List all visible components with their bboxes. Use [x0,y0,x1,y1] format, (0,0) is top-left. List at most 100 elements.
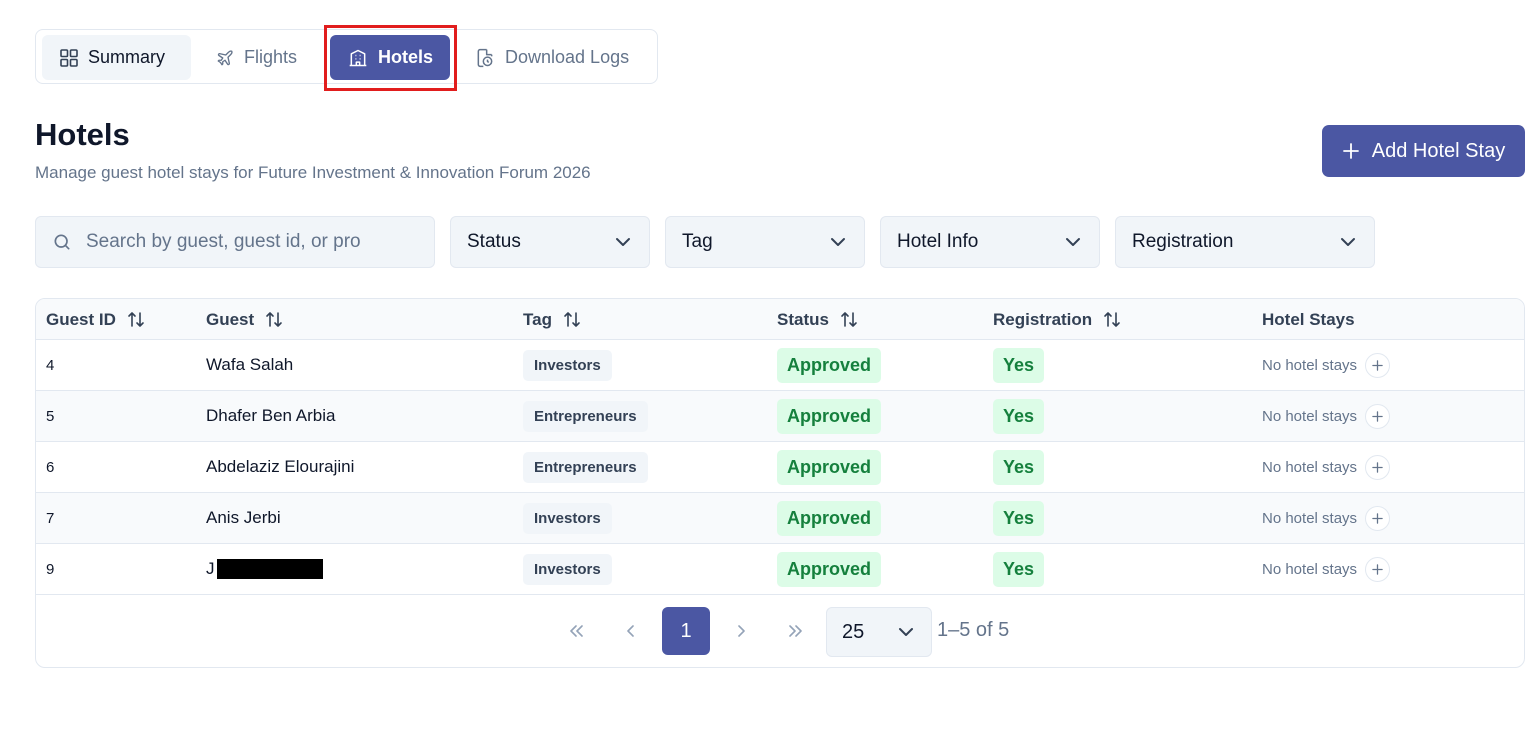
registration-badge: Yes [993,449,1045,485]
search-field[interactable] [35,216,435,268]
column-label: Registration [993,309,1093,329]
add-stay-button[interactable] [1365,505,1391,531]
guest-name: Dhafer Ben Arbia [206,406,336,425]
sort-icon [126,310,146,330]
file-clock-icon [475,48,495,68]
first-page-button[interactable] [552,607,600,655]
chevron-down-icon [896,622,916,642]
plus-icon [1372,410,1383,422]
tab-flights[interactable]: Flights [198,35,323,80]
add-stay-button[interactable] [1365,403,1391,429]
last-page-button[interactable] [772,607,820,655]
add-hotel-stay-label: Add Hotel Stay [1371,139,1506,162]
tab-summary[interactable]: Summary [42,35,191,80]
hotel-stays-text: No hotel stays [1262,356,1358,374]
tag-badge: Investors [523,502,612,534]
guest-name: Abdelaziz Elourajini [206,457,355,476]
plus-icon [1372,563,1383,575]
search-input[interactable] [84,230,408,254]
status-badge: Approved [777,500,882,536]
chevron-down-icon [1338,232,1358,252]
chevron-left-icon [627,625,634,637]
tab-flights-label: Flights [244,47,298,67]
status-filter-label: Status [467,231,521,252]
status-badge: Approved [777,347,882,383]
guest-name: Anis Jerbi [206,508,281,527]
column-tag[interactable]: Tag [523,299,582,340]
page-size-select[interactable]: 25 [826,607,932,657]
table-row[interactable]: 6 Abdelaziz Elourajini Entrepreneurs App… [36,442,1524,493]
status-badge: Approved [777,551,882,587]
registration-filter[interactable]: Registration [1115,216,1375,268]
page-subtitle: Manage guest hotel stays for Future Inve… [35,163,591,182]
guest-id: 5 [46,407,55,425]
status-badge: Approved [777,449,882,485]
search-icon [52,232,72,252]
column-label: Status [777,309,829,329]
sort-icon [1102,310,1122,330]
add-stay-button[interactable] [1365,556,1391,582]
plus-icon [1372,512,1383,524]
prev-page-button[interactable] [607,607,655,655]
table-row[interactable]: 7 Anis Jerbi Investors Approved Yes No h… [36,493,1524,544]
plus-icon [1372,359,1383,371]
pagination: 1 25 1–5 of 5 [36,595,1524,667]
chevrons-left-icon [570,625,583,637]
column-hotel-stays: Hotel Stays [1262,299,1355,340]
hotel-info-filter-label: Hotel Info [897,231,979,252]
page-size-value: 25 [842,620,865,643]
table-row[interactable]: 9 J Investors Approved Yes No hotel stay… [36,544,1524,595]
plus-icon [1342,142,1360,160]
hotel-info-filter[interactable]: Hotel Info [880,216,1100,268]
tab-hotels[interactable]: Hotels [330,35,450,80]
column-registration[interactable]: Registration [993,299,1122,340]
sort-icon [839,310,859,330]
add-stay-button[interactable] [1365,454,1391,480]
guests-table: Guest ID Guest Tag Status Registration H… [35,298,1525,668]
tab-hotels-label: Hotels [378,47,434,67]
hotel-icon [348,48,368,68]
grid-icon [60,48,78,67]
status-badge: Approved [777,398,882,434]
tag-badge: Entrepreneurs [523,400,648,432]
next-page-button[interactable] [717,607,765,655]
sort-icon [264,310,284,330]
column-label: Guest ID [46,309,116,329]
table-row[interactable]: 5 Dhafer Ben Arbia Entrepreneurs Approve… [36,391,1524,442]
column-label: Guest [206,309,255,329]
column-label: Tag [523,309,552,329]
chevron-down-icon [828,232,848,252]
add-stay-button[interactable] [1365,352,1391,378]
guest-name: J [206,544,323,594]
status-filter[interactable]: Status [450,216,650,268]
column-guest[interactable]: Guest [206,299,284,340]
registration-badge: Yes [993,398,1045,434]
hotel-stays-text: No hotel stays [1262,458,1358,476]
chevron-down-icon [613,232,633,252]
chevron-down-icon [1063,232,1083,252]
hotel-stays-text: No hotel stays [1262,560,1358,578]
column-guest-id[interactable]: Guest ID [46,299,146,340]
table-header: Guest ID Guest Tag Status Registration H… [36,299,1524,340]
guest-name: Wafa Salah [206,355,294,374]
page-1-button[interactable]: 1 [662,607,710,655]
hotel-stays-text: No hotel stays [1262,407,1358,425]
tab-download-logs[interactable]: Download Logs [457,35,653,80]
column-status[interactable]: Status [777,299,859,340]
tag-badge: Investors [523,553,612,585]
column-label: Hotel Stays [1262,309,1355,329]
tag-filter[interactable]: Tag [665,216,865,268]
guest-name-initial: J [206,559,215,578]
registration-badge: Yes [993,500,1045,536]
plus-icon [1372,461,1383,473]
registration-filter-label: Registration [1132,231,1234,252]
chevrons-right-icon [789,625,802,637]
add-hotel-stay-button[interactable]: Add Hotel Stay [1322,125,1525,177]
plane-icon [216,49,234,67]
tab-summary-label: Summary [88,47,166,67]
tag-badge: Entrepreneurs [523,451,648,483]
tag-filter-label: Tag [682,231,713,252]
table-row[interactable]: 4 Wafa Salah Investors Approved Yes No h… [36,340,1524,391]
tag-badge: Investors [523,349,612,381]
sort-icon [562,310,582,330]
